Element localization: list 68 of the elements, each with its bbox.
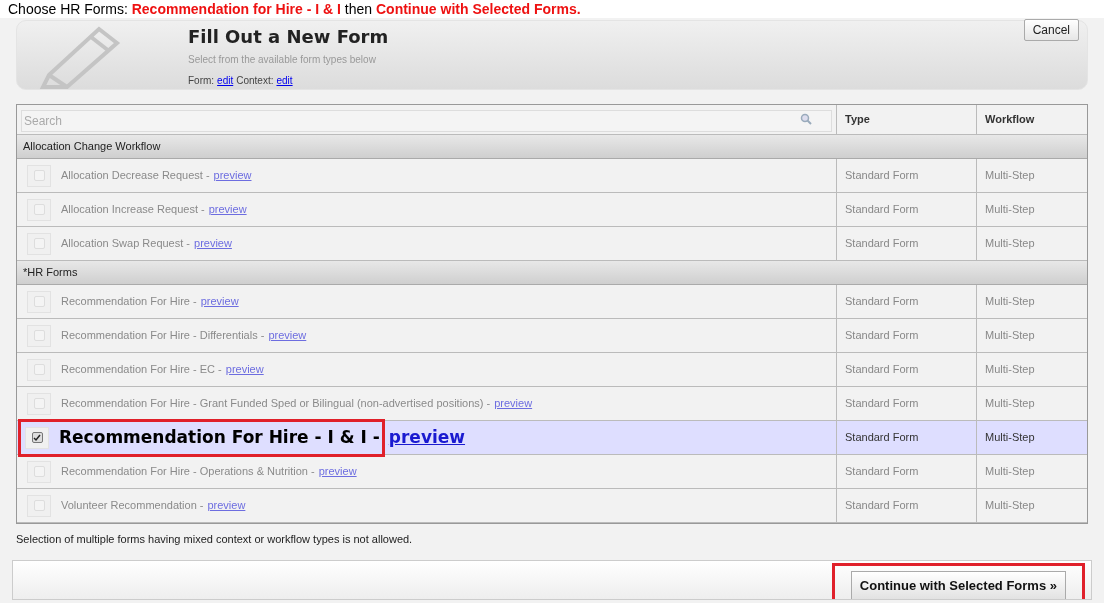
preview-link[interactable]: preview [208,201,247,218]
instruction-text: Choose HR Forms: Recommendation for Hire - I & I then Continue with Selected Forms. [8,0,581,18]
form-title: Recommendation For Hire - EC - [61,362,222,378]
type-cell-text: Standard Form [845,202,919,218]
form-title: Recommendation For Hire - Grant Funded Sped or Bilingual (non-advertised positions) - [61,396,491,412]
form-title: Allocation Increase Request - [61,202,205,218]
form-row[interactable]: Allocation Increase Request - preview Standard Form Multi-Step [17,193,1087,227]
form-title: Volunteer Recommendation - [61,498,204,514]
page-subtitle: Select from the available form types below [188,53,377,67]
workflow-cell-text: Multi-Step [985,362,1035,378]
column-header: Type [845,112,870,128]
preview-link[interactable]: preview [388,424,466,451]
form-row[interactable]: Allocation Decrease Request - preview Standard Form Multi-Step [17,159,1087,193]
workflow-cell-text: Multi-Step [985,396,1035,412]
form-label: Form: [188,74,215,88]
checkbox[interactable] [25,426,49,449]
workflow-cell-text: Multi-Step [985,236,1035,252]
preview-link[interactable]: preview [207,497,246,514]
column-header: Workflow [985,112,1035,128]
form-row[interactable]: Recommendation For Hire - Grant Funded Sped or Bilingual (non-advertised positions) - preview Standard Form Multi-Step [17,387,1087,421]
workflow-cell-text: Multi-Step [985,464,1035,480]
type-cell-text: Standard Form [845,362,919,378]
preview-link[interactable]: preview [318,463,357,480]
type-cell-text: Standard Form [845,430,919,446]
page-title: Fill Out a New Form [188,25,389,49]
cancel-button[interactable]: Cancel [1023,19,1079,41]
preview-link[interactable]: preview [225,361,264,378]
type-cell-text: Standard Form [845,168,919,184]
form-row[interactable]: Recommendation For Hire - preview Standard Form Multi-Step [17,285,1087,319]
type-cell-text: Standard Form [845,294,919,310]
workflow-cell-text: Multi-Step [985,430,1035,446]
type-cell-text: Standard Form [845,396,919,412]
group-title: *HR Forms [23,265,78,281]
type-cell-text: Standard Form [845,328,919,344]
preview-link[interactable]: preview [494,395,533,412]
checkmark-icon [33,433,41,442]
form-title: Allocation Decrease Request - [61,168,210,184]
type-cell-text: Standard Form [845,498,919,514]
preview-link[interactable]: preview [268,327,307,344]
form-row[interactable]: Recommendation For Hire - Differentials - preview Standard Form Multi-Step [17,319,1087,353]
form-row[interactable]: Volunteer Recommendation - preview Standard Form Multi-Step [17,489,1087,523]
form-title: Allocation Swap Request - [61,236,190,252]
selection-note: Selection of multiple forms having mixed context or workflow types is not allowed. [16,533,413,545]
workflow-cell-text: Multi-Step [985,498,1035,514]
form-row[interactable]: Recommendation For Hire - EC - preview Standard Form Multi-Step [17,353,1087,387]
workflow-cell-text: Multi-Step [985,202,1035,218]
workflow-cell-text: Multi-Step [985,168,1035,184]
workflow-cell-text: Multi-Step [985,328,1035,344]
search-field[interactable]: Search [21,109,832,132]
search-icon [800,112,812,125]
form-row[interactable]: Recommendation For Hire - I & I - preview Standard Form Multi-Step [17,421,1087,455]
type-cell-text: Standard Form [845,464,919,480]
preview-link[interactable]: preview [200,293,239,310]
form-title: Recommendation For Hire - Differentials - [61,328,265,344]
preview-link[interactable]: preview [213,167,252,184]
context-label: Context: [236,74,274,88]
type-cell-text: Standard Form [845,236,919,252]
form-row[interactable]: Recommendation For Hire - Operations & Nutrition - preview Standard Form Multi-Step [17,455,1087,489]
workflow-cell-text: Multi-Step [985,294,1035,310]
preview-link[interactable]: preview [194,235,232,252]
continue-button[interactable]: Continue with Selected Forms » [850,571,1066,599]
form-title: Recommendation For Hire - I & I - [59,425,380,449]
group-title: Allocation Change Workflow [23,139,161,155]
context-edit-link[interactable]: edit [276,73,293,88]
form-row[interactable]: Allocation Swap Request - preview Standard Form Multi-Step [17,227,1087,261]
form-title: Recommendation For Hire - [61,294,197,310]
form-title: Recommendation For Hire - Operations & Nutrition - [61,464,315,480]
form-edit-link[interactable]: edit [217,73,234,88]
